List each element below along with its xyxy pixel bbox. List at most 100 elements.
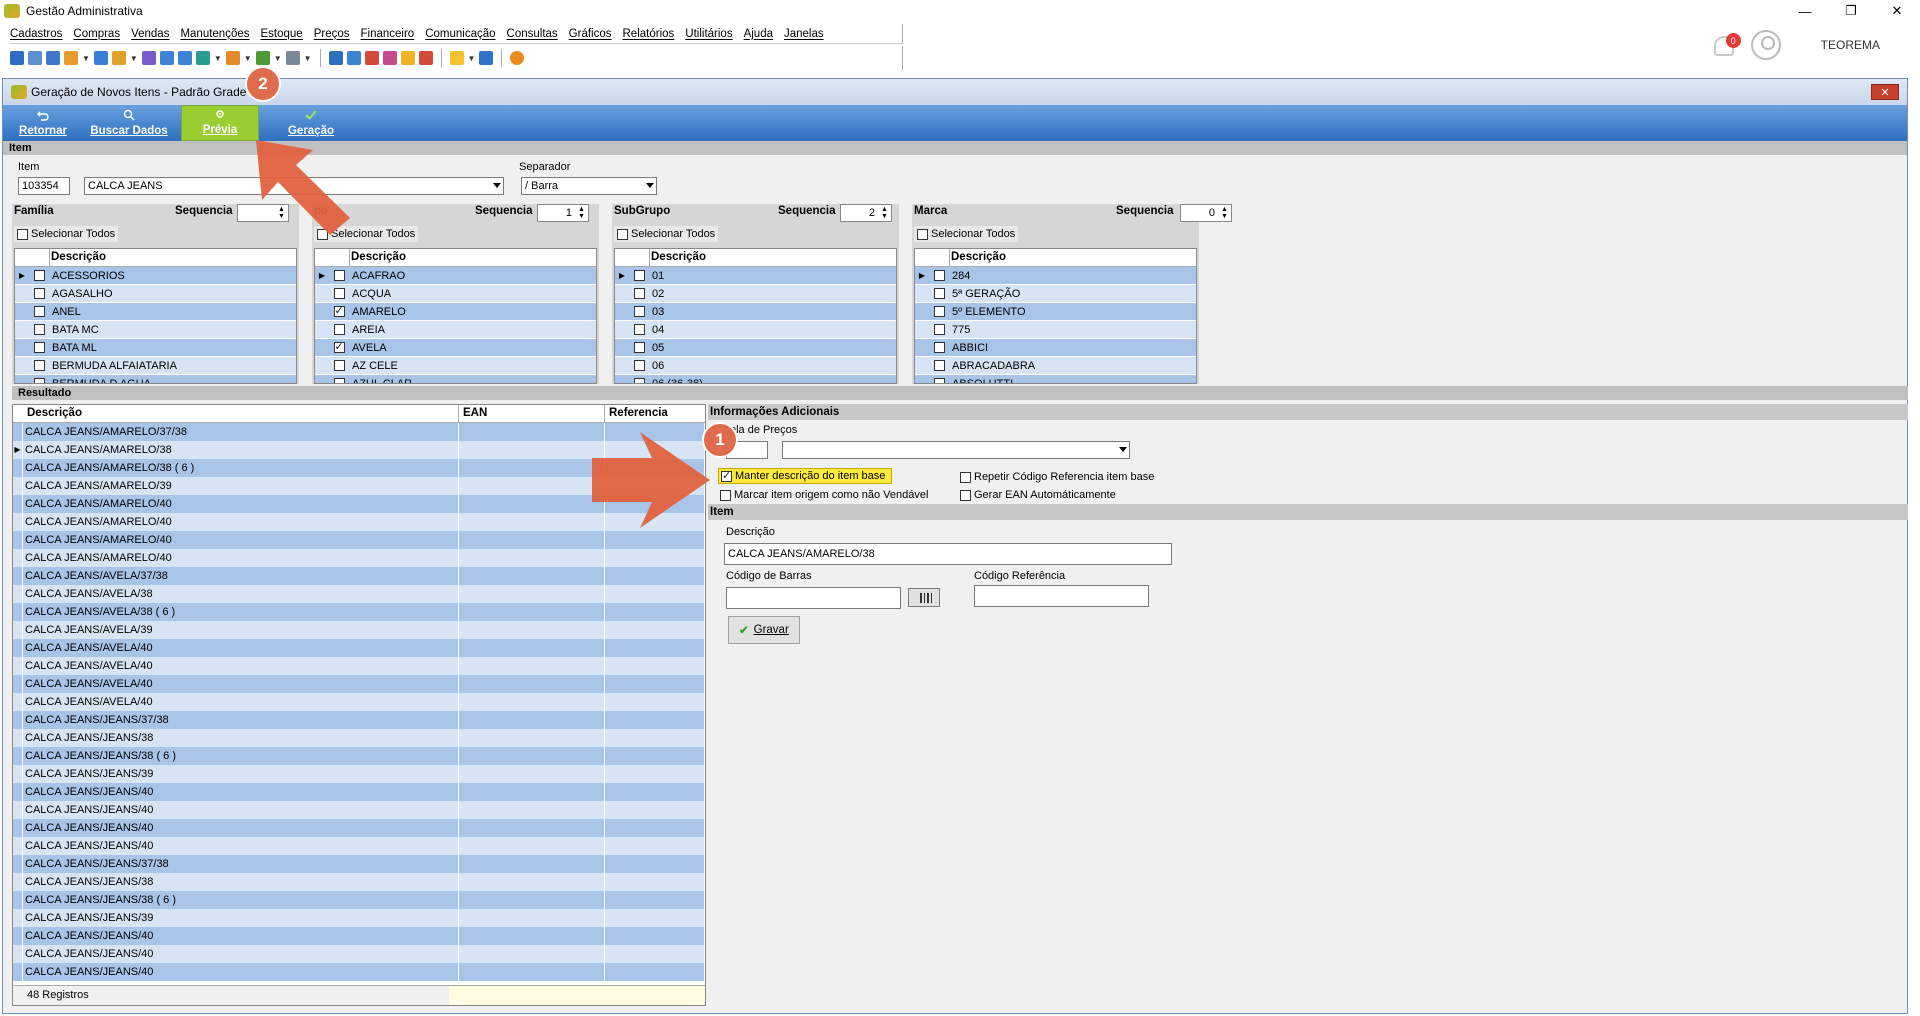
select-all-checkbox[interactable]: Selecionar Todos — [914, 226, 1019, 242]
list-item[interactable]: ABBICI — [915, 339, 1196, 357]
table-row[interactable]: CALCA JEANS/AVELA/40 — [13, 639, 705, 657]
toolbar-box-icon[interactable] — [111, 51, 126, 65]
menu-item[interactable]: Financeiro — [361, 28, 415, 40]
checkbox-icon[interactable] — [33, 360, 45, 371]
col-descricao[interactable]: Descrição — [13, 405, 459, 422]
marcar-origem-checkbox[interactable]: Marcar item origem como não Vendável — [720, 489, 928, 501]
checkbox-icon[interactable] — [333, 270, 345, 281]
select-all-checkbox[interactable]: Selecionar Todos — [14, 226, 119, 242]
table-row[interactable]: CALCA JEANS/AVELA/39 — [13, 621, 705, 639]
retornar-button[interactable]: Retornar — [15, 105, 71, 141]
list-item[interactable]: 03 — [615, 303, 896, 321]
checkbox-icon[interactable] — [633, 324, 645, 335]
checkbox-icon[interactable] — [933, 306, 945, 317]
checkbox-icon[interactable] — [633, 378, 645, 383]
list-item[interactable]: ▶ ACESSORIOS — [15, 267, 296, 285]
toolbar-doc-icon[interactable] — [93, 51, 108, 65]
toolbar-money-icon[interactable] — [255, 51, 270, 65]
checkbox-icon[interactable] — [333, 304, 345, 317]
table-row[interactable]: CALCA JEANS/AVELA/40 — [13, 693, 705, 711]
checkbox-icon[interactable] — [33, 342, 45, 353]
sequencia-spinner[interactable]: 2 ▲ ▼ — [840, 204, 892, 222]
list-item[interactable]: 5º ELEMENTO — [915, 303, 1196, 321]
toolbar-table-icon[interactable] — [328, 51, 343, 65]
list-item[interactable]: 5ª GERAÇÃO — [915, 285, 1196, 303]
list-item[interactable]: AGASALHO — [15, 285, 296, 303]
list-item[interactable]: ▶ 01 — [615, 267, 896, 285]
table-row[interactable]: CALCA JEANS/JEANS/38 ( 6 ) — [13, 747, 705, 765]
table-row[interactable]: CALCA JEANS/AVELA/40 — [13, 657, 705, 675]
checkbox-icon[interactable] — [633, 342, 645, 353]
tabela-select[interactable] — [782, 441, 1130, 459]
checkbox-icon[interactable] — [633, 360, 645, 371]
list-item[interactable]: ABSOLUTTI — [915, 375, 1196, 383]
table-row[interactable]: CALCA JEANS/AVELA/38 — [13, 585, 705, 603]
gravar-button[interactable]: ✔ Gravar — [728, 616, 800, 644]
list-item[interactable]: AZ CELE — [315, 357, 596, 375]
toolbar-person-icon[interactable] — [141, 51, 156, 65]
codigo-barras-field[interactable] — [726, 587, 901, 609]
child-close-icon[interactable]: ✕ — [1871, 84, 1899, 100]
toolbar-cart-icon[interactable] — [195, 51, 210, 65]
grid-header[interactable]: Descrição — [15, 249, 296, 267]
toolbar-tree-icon[interactable] — [64, 51, 78, 65]
col-ean[interactable]: EAN — [459, 405, 605, 422]
list-item[interactable]: AMARELO — [315, 303, 596, 321]
table-row[interactable]: CALCA JEANS/JEANS/40 — [13, 783, 705, 801]
minimize-icon[interactable]: — — [1782, 0, 1828, 22]
checkbox-icon[interactable] — [720, 489, 731, 501]
toolbar-clock-icon[interactable] — [400, 51, 415, 65]
menu-item[interactable]: Janelas — [784, 28, 824, 40]
toolbar-info-icon[interactable] — [479, 51, 494, 65]
list-item[interactable]: ▶ ACAFRAO — [315, 267, 596, 285]
checkbox-icon[interactable] — [33, 288, 45, 299]
checkbox-icon[interactable] — [33, 306, 45, 317]
table-row[interactable]: CALCA JEANS/AMARELO/40 — [13, 549, 705, 567]
spinner-arrows-icon[interactable]: ▲ ▼ — [576, 206, 587, 220]
list-item[interactable]: 02 — [615, 285, 896, 303]
checkbox-icon[interactable] — [333, 340, 345, 353]
checkbox-icon[interactable] — [333, 324, 345, 335]
checkbox-icon[interactable] — [633, 288, 645, 299]
checkbox-icon[interactable] — [933, 288, 945, 299]
manter-descricao-checkbox[interactable]: Manter descrição do item base — [718, 468, 893, 484]
descricao-field[interactable]: CALCA JEANS/AMARELO/38 — [724, 543, 1172, 565]
select-all-checkbox[interactable]: Selecionar Todos — [614, 226, 719, 242]
toolbar-folder-icon[interactable] — [10, 51, 24, 65]
checkbox-icon[interactable] — [333, 360, 345, 371]
checkbox-icon[interactable] — [33, 378, 45, 383]
grid-header[interactable]: Descrição — [615, 249, 896, 267]
checkbox-icon[interactable] — [933, 378, 945, 383]
menu-item[interactable]: Preços — [314, 28, 350, 40]
list-item[interactable]: BATA ML — [15, 339, 296, 357]
checkbox-icon[interactable] — [933, 270, 945, 281]
list-item[interactable]: ANEL — [15, 303, 296, 321]
separador-select[interactable]: / Barra — [521, 177, 657, 195]
table-row[interactable]: CALCA JEANS/AVELA/38 ( 6 ) — [13, 603, 705, 621]
checkbox-icon[interactable] — [33, 270, 45, 281]
toolbar-calc-icon[interactable] — [159, 51, 174, 65]
checkbox-icon[interactable] — [633, 270, 645, 281]
list-item[interactable]: AVELA — [315, 339, 596, 357]
spinner-arrows-icon[interactable]: ▲ ▼ — [879, 206, 890, 220]
dropdown-icon[interactable]: ▼ — [82, 54, 90, 63]
list-item[interactable]: AZUL CLAR — [315, 375, 596, 383]
checkbox-icon[interactable] — [617, 228, 628, 240]
user-icon[interactable] — [1750, 30, 1781, 60]
toolbar-calendar2-icon[interactable] — [382, 51, 397, 65]
checkbox-icon[interactable] — [960, 471, 971, 483]
checkbox-icon[interactable] — [933, 324, 945, 335]
sequencia-spinner[interactable]: 0 ▲ ▼ — [1180, 204, 1232, 222]
dropdown-icon[interactable]: ▼ — [304, 54, 312, 63]
table-row[interactable]: CALCA JEANS/JEANS/39 — [13, 909, 705, 927]
table-row[interactable]: CALCA JEANS/AVELA/37/38 — [13, 567, 705, 585]
menu-item[interactable]: Cadastros — [10, 28, 62, 40]
toolbar-calculator-icon[interactable] — [346, 51, 361, 65]
table-row[interactable]: CALCA JEANS/JEANS/39 — [13, 765, 705, 783]
list-item[interactable]: 05 — [615, 339, 896, 357]
checkbox-icon[interactable] — [721, 469, 732, 482]
list-item[interactable]: 775 — [915, 321, 1196, 339]
toolbar-report-icon[interactable] — [418, 51, 433, 65]
menu-item[interactable]: Comunicação — [425, 28, 495, 40]
toolbar-printer-icon[interactable] — [285, 51, 300, 65]
